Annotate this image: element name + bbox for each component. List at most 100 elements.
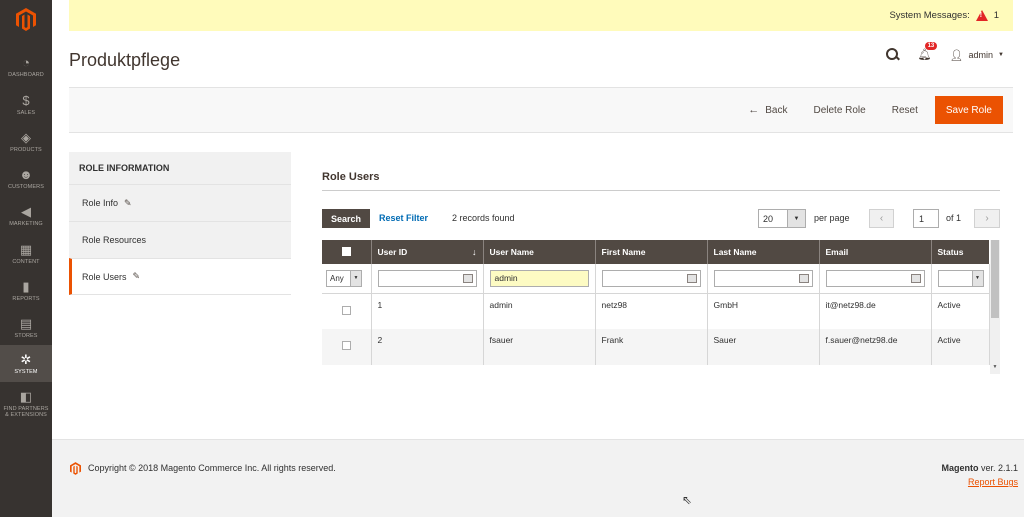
email-filter-input[interactable] (825, 269, 925, 287)
sidebar-item-sales[interactable]: $ Sales (0, 86, 52, 123)
sidebar-item-stores[interactable]: ▤ Stores (0, 309, 52, 346)
arrow-left-icon: ← (748, 104, 760, 116)
header-actions: 🔔︎ 13 👤︎ admin ▼ (885, 42, 1004, 62)
warning-icon (975, 10, 988, 21)
tab-role-resources[interactable]: Role Resources (69, 221, 291, 258)
cell-last-name: GmbH (707, 293, 820, 329)
version-number: ver. 2.1.1 (978, 463, 1018, 473)
divider (322, 190, 1000, 191)
magento-logo[interactable] (0, 0, 52, 38)
tab-label: Role Info (82, 198, 119, 208)
sidebar-item-system[interactable]: ✲ System (0, 345, 52, 382)
pencil-icon: ✎ (132, 271, 141, 281)
per-page-value: 20 (763, 213, 774, 224)
user-name-filter-input[interactable]: admin (489, 269, 589, 287)
cell-user-name: admin (483, 293, 596, 329)
row-checkbox-cell (322, 293, 372, 329)
filter-cell (595, 264, 708, 294)
first-name-filter-input[interactable] (601, 269, 701, 287)
notifications-button[interactable]: 🔔︎ 13 (918, 42, 938, 62)
sidebar-item-products[interactable]: ◈ Products (0, 123, 52, 160)
cell-email: f.sauer@netz98.de (819, 329, 932, 365)
role-information-tabs: Role Information Role Info ✎ Role Resour… (69, 152, 291, 295)
scroll-down-icon[interactable]: ▼ (990, 364, 1000, 370)
scrollbar-thumb[interactable] (991, 240, 999, 318)
sidebar-item-label: Stores (14, 332, 38, 339)
table-row[interactable]: 2 fsauer Frank Sauer f.sauer@netz98.de A… (322, 329, 990, 365)
cell-last-name: Sauer (707, 329, 820, 365)
tab-role-info[interactable]: Role Info ✎ (69, 184, 291, 221)
per-page-select[interactable]: 20 ▼ (758, 209, 806, 228)
copyright-text: Copyright © 2018 Magento Commerce Inc. A… (88, 463, 336, 473)
status-filter-select[interactable]: ▼ (937, 269, 984, 287)
sidebar-item-content[interactable]: ▦ Content (0, 235, 52, 272)
row-checkbox[interactable] (341, 341, 351, 350)
filter-cell: ▼ (931, 264, 990, 294)
column-header-user-id[interactable]: User ID ↓ (371, 240, 484, 264)
chevron-down-icon: ▼ (971, 270, 983, 286)
filter-input-icon (910, 273, 921, 283)
select-all-header (322, 240, 372, 264)
system-messages-count: 1 (993, 10, 999, 21)
column-header-email[interactable]: Email (819, 240, 932, 264)
admin-sidebar: ◔ Dashboard $ Sales ◈ Products ☻ Custome… (0, 0, 52, 517)
tab-role-users[interactable]: Role Users ✎ (69, 258, 291, 295)
column-header-first-name[interactable]: First Name (595, 240, 708, 264)
delete-role-button[interactable]: Delete Role (800, 105, 878, 116)
in-role-filter-select[interactable]: Any ▼ (326, 269, 362, 287)
filter-input-icon (798, 273, 809, 283)
next-page-button[interactable]: › (974, 209, 1000, 228)
chevron-down-icon: ▼ (998, 52, 1004, 58)
person-icon: ☻ (19, 166, 33, 182)
column-header-status[interactable]: Status (931, 240, 989, 264)
sidebar-item-dashboard[interactable]: ◔ Dashboard (0, 48, 52, 85)
filter-cell (707, 264, 820, 294)
tab-label: Role Users (82, 271, 127, 282)
bar-chart-icon: ▮ (22, 278, 30, 294)
filter-row: Any ▼ admin ▼ (322, 264, 990, 294)
row-checkbox[interactable] (341, 305, 351, 315)
footer: Copyright © 2018 Magento Commerce Inc. A… (52, 439, 1024, 517)
records-found: 2 records found (452, 213, 515, 223)
page-input[interactable]: 1 (913, 209, 939, 228)
sidebar-item-find-partners[interactable]: ◧ Find Partners & Extensions (0, 383, 52, 425)
last-name-filter-input[interactable] (713, 269, 813, 287)
sort-arrow-icon: ↓ (472, 247, 477, 257)
reset-button[interactable]: Reset (879, 105, 931, 116)
search-icon[interactable] (885, 48, 900, 62)
user-icon: 👤︎ (949, 49, 964, 62)
user-name: admin (968, 50, 994, 60)
section-title: Role Users (322, 171, 380, 183)
reset-filter-link[interactable]: Reset Filter (379, 213, 428, 223)
page-total: of 1 (946, 213, 962, 223)
sidebar-item-reports[interactable]: ▮ Reports (0, 272, 52, 309)
cell-first-name: Frank (595, 329, 708, 365)
column-header-last-name[interactable]: Last Name (707, 240, 820, 264)
cube-icon: ◈ (21, 129, 31, 145)
back-button[interactable]: ← Back (735, 104, 800, 116)
grid-scrollbar[interactable]: ▼ (990, 240, 1000, 374)
column-header-user-name[interactable]: User Name (483, 240, 596, 264)
user-menu[interactable]: 👤︎ admin ▼ (950, 49, 1004, 62)
sidebar-item-label: Sales (16, 109, 36, 116)
chevron-down-icon: ▼ (350, 270, 361, 286)
sidebar-item-marketing[interactable]: ◀ Marketing (0, 197, 52, 234)
column-label: User ID (377, 247, 408, 257)
save-role-button[interactable]: Save Role (934, 96, 1003, 124)
system-messages-bar[interactable]: System Messages: 1 (69, 0, 1013, 31)
select-all-checkbox[interactable] (341, 246, 351, 256)
chevron-down-icon: ▼ (787, 210, 805, 227)
page-actions-bar: ← Back Delete Role Reset Save Role (69, 87, 1013, 133)
cell-email: it@netz98.de (819, 293, 932, 329)
user-id-filter-input[interactable] (377, 269, 477, 287)
dollar-icon: $ (22, 92, 30, 108)
table-row[interactable]: 1 admin netz98 GmbH it@netz98.de Active (322, 293, 990, 329)
filter-cell (371, 264, 484, 294)
search-button[interactable]: Search (322, 209, 371, 228)
sidebar-item-customers[interactable]: ☻ Customers (0, 160, 52, 197)
cell-user-id: 2 (371, 329, 484, 365)
cell-status: Active (931, 329, 990, 365)
report-bugs-link[interactable]: Report Bugs (968, 477, 1018, 487)
previous-page-button[interactable]: ‹ (869, 209, 894, 228)
mouse-cursor-icon: ⇖ (682, 493, 693, 507)
